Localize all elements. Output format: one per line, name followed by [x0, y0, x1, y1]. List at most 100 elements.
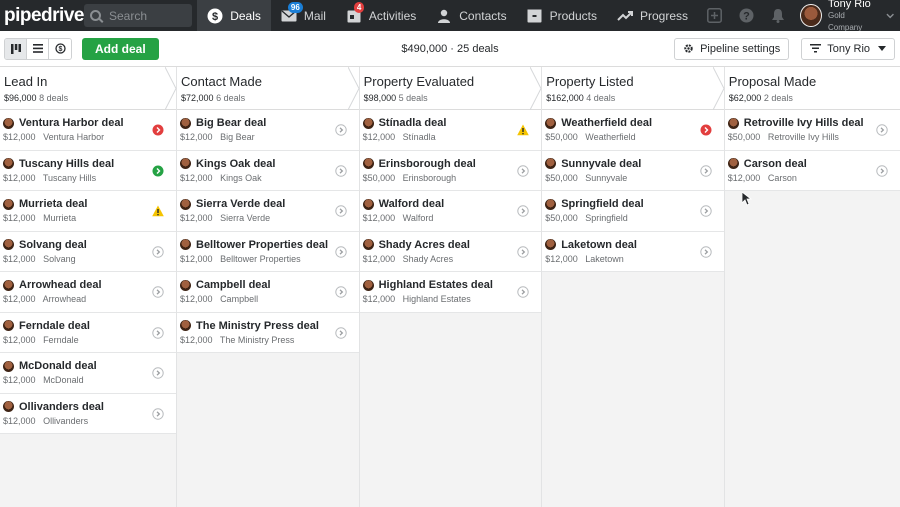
forecast-view-button[interactable]: $: [49, 38, 71, 59]
next-activity-icon[interactable]: [152, 407, 164, 420]
nav-products-label: Products: [549, 8, 597, 23]
deal-card[interactable]: Walford deal $12,000 Walford: [359, 191, 542, 232]
next-activity-icon[interactable]: [517, 205, 529, 217]
search-input[interactable]: [108, 8, 189, 23]
deal-card[interactable]: Belltower Properties deal $12,000 Bellto…: [177, 231, 359, 272]
add-deal-button[interactable]: Add deal: [82, 37, 159, 60]
deal-card[interactable]: Stínadla deal $12,000 Stínadla: [359, 110, 542, 151]
next-activity-icon[interactable]: [700, 164, 712, 177]
deal-organization: Carson: [767, 172, 797, 183]
deal-card[interactable]: Ventura Harbor deal $12,000 Ventura Harb…: [0, 110, 176, 151]
deal-card[interactable]: Laketown deal $12,000 Laketown: [542, 231, 724, 272]
next-activity-icon[interactable]: [334, 286, 347, 298]
deal-title: Belltower Properties deal: [196, 238, 329, 251]
deal-title: Solvang deal: [19, 238, 87, 251]
next-activity-icon[interactable]: [334, 205, 347, 217]
help-button[interactable]: ?: [730, 0, 762, 31]
deal-value: $12,000: [3, 375, 36, 385]
user-menu[interactable]: Tony Rio Gold Company: [794, 0, 900, 34]
next-activity-icon[interactable]: [517, 245, 529, 258]
warning-icon[interactable]: [152, 205, 164, 217]
next-activity-icon[interactable]: [152, 367, 164, 379]
deal-value: $12,000: [3, 132, 36, 142]
stage-header[interactable]: Contact Made $72,000 6 deals: [177, 67, 360, 110]
next-activity-icon[interactable]: [700, 205, 712, 217]
deal-card[interactable]: Weatherfield deal $50,000 Weatherfield: [542, 110, 724, 151]
deal-card[interactable]: Solvang deal $12,000 Solvang: [0, 231, 176, 272]
scheduled-status-icon[interactable]: [152, 165, 164, 177]
deal-card[interactable]: Shady Acres deal $12,000 Shady Acres: [359, 231, 542, 272]
deal-value: $12,000: [180, 132, 213, 142]
warning-icon[interactable]: [517, 124, 529, 136]
deal-card[interactable]: Murrieta deal $12,000 Murrieta: [0, 191, 176, 232]
overdue-status-icon[interactable]: [152, 124, 164, 136]
deal-card[interactable]: McDonald deal $12,000 McDonald: [0, 353, 176, 394]
list-view-button[interactable]: [27, 38, 49, 59]
deal-card[interactable]: Kings Oak deal $12,000 Kings Oak: [177, 150, 359, 191]
nav-products[interactable]: Products: [517, 0, 607, 31]
deal-card[interactable]: Campbell deal $12,000 Campbell: [177, 272, 359, 313]
deal-card[interactable]: Sunnyvale deal $50,000 Sunnyvale: [542, 150, 724, 191]
nav-deals[interactable]: $ Deals: [197, 0, 271, 31]
next-activity-icon[interactable]: [334, 326, 347, 339]
nav-progress-label: Progress: [639, 8, 689, 23]
pipeline-board: Lead In $96,000 8 deals Ventura Harbor d…: [0, 67, 900, 507]
quick-add-button[interactable]: [698, 0, 730, 31]
notifications-button[interactable]: [762, 0, 794, 31]
stage-title: Property Listed: [546, 74, 634, 89]
deal-card[interactable]: Ferndale deal $12,000 Ferndale: [0, 312, 176, 353]
owner-avatar: [3, 360, 14, 372]
next-activity-icon[interactable]: [334, 124, 347, 136]
next-activity-icon[interactable]: [152, 245, 164, 258]
search-box[interactable]: [83, 4, 193, 27]
deal-card[interactable]: Highland Estates deal $12,000 Highland E…: [359, 272, 542, 313]
deal-organization: Retroville Ivy Hills: [767, 132, 839, 142]
overdue-status-icon[interactable]: [700, 124, 712, 136]
next-activity-icon[interactable]: [517, 164, 529, 177]
chevron-down-icon: [886, 13, 894, 18]
next-activity-icon[interactable]: [334, 245, 347, 258]
user-company: Gold Company: [827, 10, 863, 32]
deal-title: Big Bear deal: [196, 117, 267, 129]
pipeline-view-button[interactable]: [5, 38, 27, 59]
nav-mail[interactable]: 96 Mail: [271, 0, 336, 31]
deal-value: $12,000: [3, 334, 36, 345]
nav-contacts[interactable]: Contacts: [426, 0, 516, 31]
pipedrive-logo[interactable]: pipedrive: [0, 5, 84, 27]
deal-card[interactable]: Tuscany Hills deal $12,000 Tuscany Hills: [0, 150, 176, 191]
nav-activities[interactable]: 4 Activities: [336, 0, 426, 31]
stage-header[interactable]: Property Listed $162,000 4 deals: [542, 67, 725, 110]
stage-deal-count: 5 deals: [398, 93, 428, 103]
pipeline-settings-button[interactable]: Pipeline settings: [674, 37, 790, 60]
deal-card[interactable]: The Ministry Press deal $12,000 The Mini…: [177, 312, 359, 353]
next-activity-icon[interactable]: [152, 326, 164, 339]
deal-card[interactable]: Ollivanders deal $12,000 Ollivanders: [0, 393, 176, 434]
stage-header[interactable]: Proposal Made $62,000 2 deals: [724, 67, 900, 110]
deal-card[interactable]: Erinsborough deal $50,000 Erinsborough: [359, 150, 542, 191]
deal-value: $50,000: [545, 172, 578, 183]
owner-avatar: [3, 239, 14, 250]
view-switcher: $: [4, 37, 72, 60]
next-activity-icon[interactable]: [876, 124, 888, 136]
deal-organization: Weatherfield: [585, 132, 636, 142]
next-activity-icon[interactable]: [876, 164, 888, 177]
stage-title: Contact Made: [181, 74, 262, 89]
deal-card[interactable]: Carson deal $12,000 Carson: [724, 150, 900, 191]
owner-filter-dropdown[interactable]: Tony Rio: [801, 37, 895, 60]
owner-avatar: [545, 198, 557, 210]
stage-header[interactable]: Lead In $96,000 8 deals: [0, 67, 177, 110]
next-activity-icon[interactable]: [152, 286, 164, 298]
deal-card[interactable]: Big Bear deal $12,000 Big Bear: [177, 110, 359, 151]
deal-card[interactable]: Springfield deal $50,000 Springfield: [542, 191, 724, 232]
deal-card[interactable]: Retroville Ivy Hills deal $50,000 Retrov…: [724, 110, 900, 151]
stage-amount: $162,000: [546, 93, 584, 103]
next-activity-icon[interactable]: [700, 245, 712, 258]
owner-avatar: [545, 239, 557, 250]
deal-title: Campbell deal: [196, 279, 271, 291]
deal-card[interactable]: Arrowhead deal $12,000 Arrowhead: [0, 272, 176, 313]
next-activity-icon[interactable]: [517, 286, 529, 298]
next-activity-icon[interactable]: [334, 164, 347, 177]
nav-progress[interactable]: Progress: [607, 0, 698, 31]
stage-header[interactable]: Property Evaluated $98,000 5 deals: [359, 67, 542, 110]
deal-card[interactable]: Sierra Verde deal $12,000 Sierra Verde: [177, 191, 359, 232]
